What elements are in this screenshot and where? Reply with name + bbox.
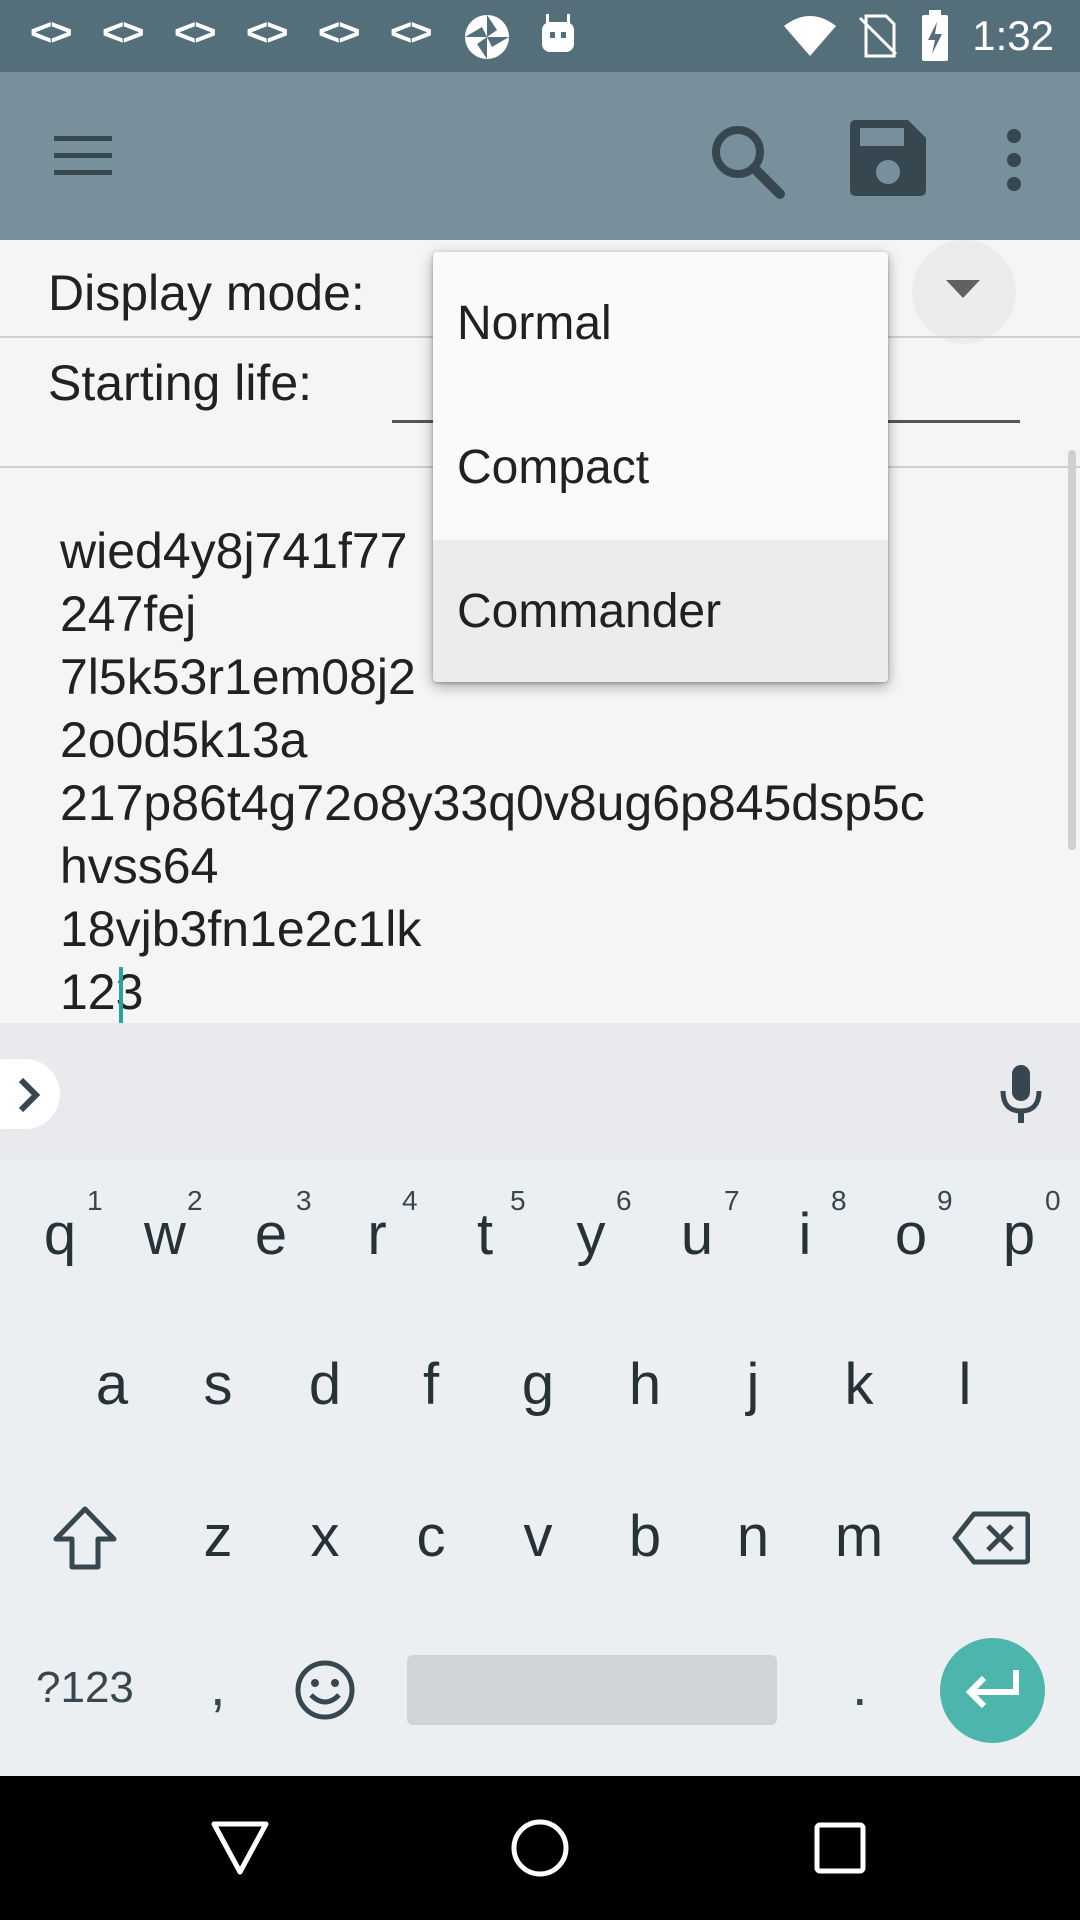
wifi-icon: [784, 16, 836, 56]
home-icon[interactable]: [510, 1818, 570, 1878]
save-icon[interactable]: [850, 120, 926, 196]
enter-button[interactable]: [940, 1638, 1045, 1743]
option-commander[interactable]: Commander: [433, 540, 888, 682]
space-bar[interactable]: [407, 1655, 777, 1725]
key-h[interactable]: h: [600, 1351, 690, 1418]
enter-icon: [965, 1670, 1019, 1709]
text-line: 7l5k53r1em08j2: [60, 649, 416, 705]
emoji-icon[interactable]: [294, 1659, 356, 1721]
suggestion-strip: [0, 1023, 1080, 1161]
notification-code-icon: <>: [174, 12, 216, 54]
text-line: 18vjb3fn1e2c1lk: [60, 901, 422, 957]
no-sim-icon: [858, 14, 898, 58]
key-n[interactable]: n: [708, 1503, 798, 1570]
clock: 1:32: [972, 12, 1054, 59]
text-line: 217p86t4g72o8y33q0v8ug6p845dsp5c: [60, 775, 925, 831]
key-b[interactable]: b: [600, 1503, 690, 1570]
option-compact[interactable]: Compact: [433, 396, 888, 540]
key-hint: 5: [510, 1185, 526, 1216]
search-icon[interactable]: [706, 120, 786, 200]
key-j[interactable]: j: [708, 1351, 798, 1418]
key-hint: 0: [1045, 1185, 1061, 1216]
shift-icon[interactable]: [52, 1505, 118, 1571]
key-hint: 4: [402, 1185, 418, 1216]
pinwheel-icon: [465, 15, 509, 59]
more-vert-icon[interactable]: [1004, 128, 1024, 192]
key-c[interactable]: c: [386, 1503, 476, 1570]
text-line: 247fej: [60, 586, 197, 642]
key-hint: 8: [831, 1185, 847, 1216]
display-mode-label: Display mode:: [48, 265, 365, 321]
expand-suggestions-button[interactable]: [0, 1059, 60, 1129]
key-g[interactable]: g: [493, 1351, 583, 1418]
scrollbar[interactable]: [1068, 450, 1076, 850]
key-hint: 1: [87, 1185, 103, 1216]
key-a[interactable]: a: [67, 1351, 157, 1418]
microphone-icon[interactable]: [1000, 1065, 1042, 1125]
key-comma[interactable]: ,: [210, 1653, 226, 1718]
key-hint: 7: [724, 1185, 740, 1216]
key-z[interactable]: z: [173, 1503, 263, 1570]
notification-code-icon: <>: [102, 12, 144, 54]
key-period[interactable]: .: [852, 1653, 868, 1718]
key-hint: 2: [187, 1185, 203, 1216]
starting-life-label: Starting life:: [48, 355, 313, 411]
key-k[interactable]: k: [814, 1351, 904, 1418]
notification-code-icon: <>: [318, 12, 360, 54]
key-s[interactable]: s: [173, 1351, 263, 1418]
recents-icon[interactable]: [814, 1822, 866, 1874]
key-f[interactable]: f: [386, 1351, 476, 1418]
notification-code-icon: <>: [390, 12, 432, 54]
text-line: 2o0d5k13a: [60, 712, 308, 768]
backspace-icon[interactable]: [952, 1511, 1030, 1565]
chevron-right-icon: [18, 1077, 40, 1113]
key-l[interactable]: l: [920, 1351, 1010, 1418]
status-bar: <> <> <> <> <> <> 1:32: [0, 0, 1080, 72]
key-hint: 6: [616, 1185, 632, 1216]
text-cursor: [119, 967, 123, 1027]
key-d[interactable]: d: [280, 1351, 370, 1418]
key-x[interactable]: x: [280, 1503, 370, 1570]
navigation-bar: [0, 1776, 1080, 1920]
text-line: hvss64: [60, 838, 219, 894]
android-icon: [542, 14, 574, 52]
text-line: 123: [60, 964, 144, 1020]
key-v[interactable]: v: [493, 1503, 583, 1570]
symbols-key[interactable]: ?123: [36, 1663, 134, 1713]
option-normal[interactable]: Normal: [433, 252, 888, 396]
key-m[interactable]: m: [814, 1503, 904, 1570]
keyboard: q w e r t y u i o p 1 2 3 4 5 6 7 8 9 0 …: [0, 1161, 1080, 1776]
notification-code-icon: <>: [246, 12, 288, 54]
text-line: wied4y8j741f77: [60, 523, 408, 579]
menu-icon[interactable]: [54, 134, 114, 178]
battery-charging-icon: [922, 10, 948, 61]
notification-code-icon: <>: [30, 12, 72, 54]
display-mode-spinner[interactable]: [912, 240, 1016, 344]
dropdown-arrow-icon: [946, 280, 980, 298]
app-toolbar: [0, 72, 1080, 240]
key-hint: 3: [296, 1185, 312, 1216]
back-icon[interactable]: [210, 1820, 270, 1876]
display-mode-dropdown: Normal Compact Commander: [433, 252, 888, 682]
key-hint: 9: [937, 1185, 953, 1216]
